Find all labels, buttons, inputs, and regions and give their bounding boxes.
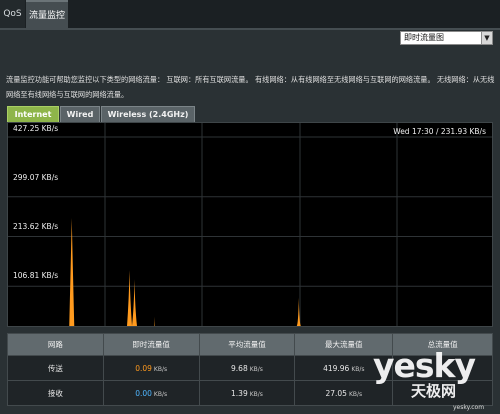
- tab-wired[interactable]: Wired: [60, 106, 100, 122]
- y-tick-label: 427.25 KB/s: [13, 124, 59, 133]
- watermark-url: yesky.com: [453, 404, 485, 411]
- max-rate-value: 419.96: [323, 363, 350, 373]
- traffic-chart-svg: [8, 123, 492, 326]
- max-rate-value: 27.05: [325, 388, 347, 398]
- traffic-spike: [296, 297, 302, 326]
- unit-label: KB/s: [153, 390, 168, 398]
- average-rate-value: 1.39: [231, 388, 248, 398]
- current-rate-value: 0.09: [135, 363, 152, 373]
- average-rate-value: 9.68: [231, 363, 248, 373]
- tab-traffic-monitor[interactable]: 流量监控: [26, 0, 68, 28]
- row-label: 接收: [7, 380, 104, 406]
- column-header: 平均流量值: [198, 333, 296, 356]
- unit-label: KB/s: [249, 390, 263, 398]
- tab-qos[interactable]: QoS: [0, 0, 25, 28]
- column-header: 即时流量值: [102, 333, 200, 356]
- traffic-chart: 427.25 KB/s 299.07 KB/s 213.62 KB/s 106.…: [7, 122, 493, 327]
- traffic-spike: [69, 217, 75, 326]
- tab-internet[interactable]: Internet: [7, 106, 59, 122]
- column-header: 网路: [7, 333, 104, 356]
- current-rate: 0.00 KB/s: [102, 380, 200, 406]
- y-tick-label: 213.62 KB/s: [13, 222, 59, 231]
- chart-readout: Wed 17:30 / 231.93 KB/s: [393, 127, 486, 136]
- tab-underline: [0, 28, 500, 30]
- top-tab-bar: QoS 流量监控: [0, 0, 500, 28]
- traffic-spike: [151, 316, 157, 326]
- watermark-logo: yesky 天极网 yesky.com: [373, 346, 500, 412]
- view-mode-value: 即时流量图: [404, 33, 444, 42]
- traffic-spike: [127, 270, 133, 326]
- current-rate-value: 0.00: [135, 388, 152, 398]
- watermark-subtitle: 天极网: [411, 382, 457, 400]
- traffic-description: 流量监控功能可帮助您监控以下类型的网络流量： 互联网：所有互联网流量。 有线网络…: [6, 75, 495, 99]
- tab-wireless[interactable]: Wireless (2.4GHz): [101, 106, 195, 122]
- unit-label: KB/s: [351, 365, 365, 373]
- unit-label: KB/s: [348, 390, 363, 398]
- y-tick-label: 106.81 KB/s: [13, 271, 59, 280]
- average-rate: 9.68 KB/s: [198, 355, 296, 381]
- view-mode-select[interactable]: 即时流量图 ▼: [400, 31, 493, 45]
- chevron-down-icon[interactable]: ▼: [481, 32, 492, 44]
- row-label: 传送: [7, 355, 104, 381]
- current-rate: 0.09 KB/s: [102, 355, 200, 381]
- average-rate: 1.39 KB/s: [198, 380, 296, 406]
- unit-label: KB/s: [153, 365, 168, 373]
- unit-label: KB/s: [249, 365, 263, 373]
- y-tick-label: 299.07 KB/s: [13, 173, 59, 182]
